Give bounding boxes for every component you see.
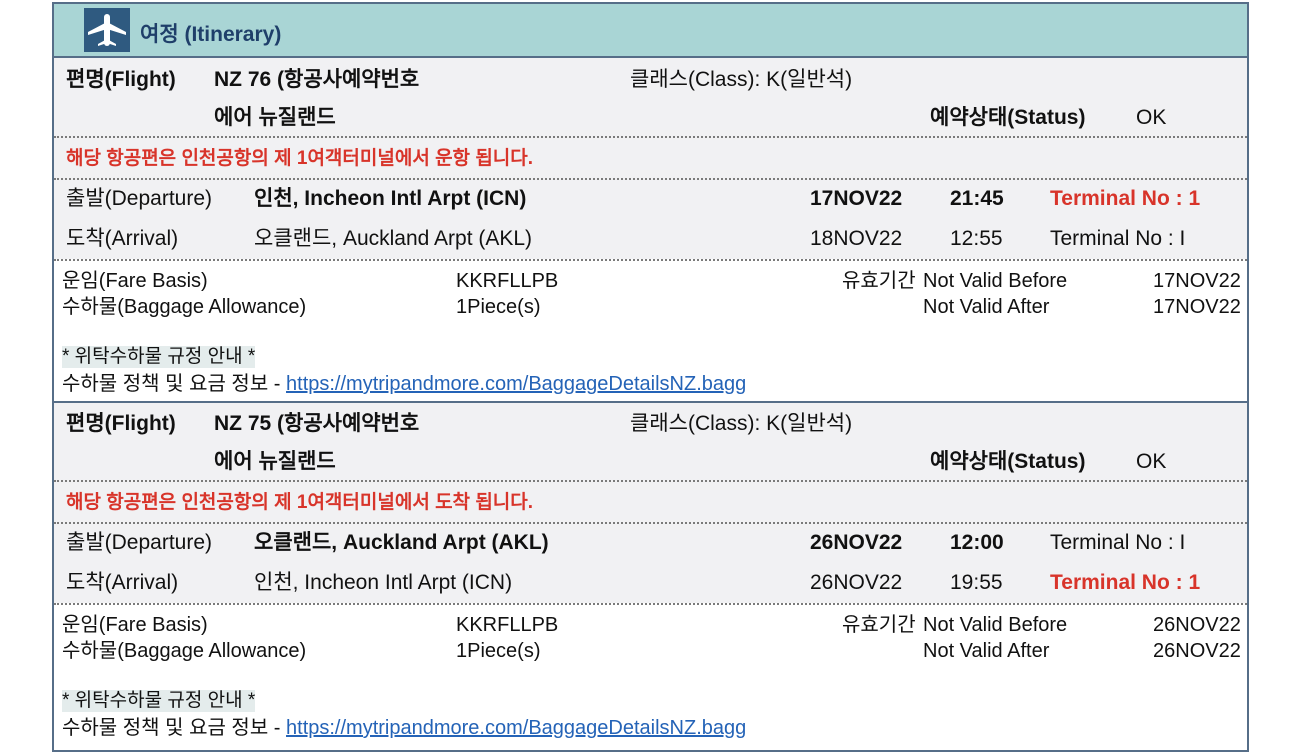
baggage-label: 수하물(Baggage Allowance) — [62, 640, 307, 662]
arrival-terminal: Terminal No : 1 — [1050, 571, 1201, 594]
flight-label: 편명(Flight) — [66, 412, 176, 435]
departure-airport: 인천, Incheon Intl Arpt (ICN) — [254, 187, 527, 210]
section-title: 여정 (Itinerary) — [140, 23, 282, 46]
fare-section: 운임(Fare Basis) KKRFLLPB 유효기간 Not Valid B… — [54, 259, 1247, 402]
baggage-notice: * 위탁수하물 규정 안내 * — [62, 346, 256, 368]
not-valid-before-label: Not Valid Before — [923, 270, 1068, 292]
departure-terminal: Terminal No : 1 — [1050, 187, 1201, 210]
fare-section: 운임(Fare Basis) KKRFLLPB 유효기간 Not Valid B… — [54, 603, 1247, 750]
arrival-date: 26NOV22 — [810, 571, 903, 594]
departure-date: 17NOV22 — [810, 187, 903, 210]
departure-date: 26NOV22 — [810, 531, 903, 554]
baggage-notice: * 위탁수하물 규정 안내 * — [62, 690, 256, 712]
departure-label: 출발(Departure) — [66, 187, 213, 210]
status-value: OK — [1136, 450, 1167, 473]
divider — [54, 480, 1247, 482]
validity-label: 유효기간 — [842, 614, 916, 636]
baggage-label: 수하물(Baggage Allowance) — [62, 296, 307, 318]
baggage-policy: 수하물 정책 및 요금 정보 - https://mytripandmore.c… — [62, 372, 746, 396]
divider — [54, 522, 1247, 524]
arrival-terminal: Terminal No : I — [1050, 227, 1186, 250]
airline-name: 에어 뉴질랜드 — [214, 106, 336, 129]
status-label: 예약상태(Status) — [930, 106, 1086, 129]
flight-number: NZ 76 (항공사예약번호 — [214, 68, 420, 91]
arrival-label: 도착(Arrival) — [66, 227, 179, 250]
validity-label: 유효기간 — [842, 270, 916, 292]
arrival-date: 18NOV22 — [810, 227, 903, 250]
class-info: 클래스(Class): K(일반석) — [630, 68, 853, 91]
itinerary-panel: 여정 (Itinerary) 편명(Flight) NZ 76 (항공사예약번호… — [52, 2, 1249, 752]
departure-airport: 오클랜드, Auckland Arpt (AKL) — [254, 531, 549, 554]
arrival-time: 19:55 — [950, 571, 1003, 594]
baggage-value: 1Piece(s) — [456, 296, 541, 318]
arrival-airport: 인천, Incheon Intl Arpt (ICN) — [254, 571, 513, 594]
baggage-policy-label: 수하물 정책 및 요금 정보 - — [62, 373, 281, 395]
not-valid-before-value: 17NOV22 — [1153, 270, 1241, 292]
terminal-notice: 해당 항공편은 인천공항의 제 1여객터미널에서 도착 됩니다. — [66, 492, 534, 513]
fare-basis-value: KKRFLLPB — [456, 614, 559, 636]
airline-name: 에어 뉴질랜드 — [214, 450, 336, 473]
status-label: 예약상태(Status) — [930, 450, 1086, 473]
departure-label: 출발(Departure) — [66, 531, 213, 554]
not-valid-before-label: Not Valid Before — [923, 614, 1068, 636]
arrival-time: 12:55 — [950, 227, 1003, 250]
not-valid-after-value: 17NOV22 — [1153, 296, 1241, 318]
flight-separator — [54, 401, 1247, 403]
itinerary-header: 여정 (Itinerary) — [54, 4, 1247, 58]
baggage-policy: 수하물 정책 및 요금 정보 - https://mytripandmore.c… — [62, 716, 746, 740]
airplane-icon — [84, 8, 130, 52]
class-info: 클래스(Class): K(일반석) — [630, 412, 853, 435]
arrival-airport: 오클랜드, Auckland Arpt (AKL) — [254, 227, 533, 250]
fare-basis-label: 운임(Fare Basis) — [62, 270, 208, 292]
not-valid-after-label: Not Valid After — [923, 640, 1050, 662]
departure-time: 21:45 — [950, 187, 1004, 210]
fare-basis-label: 운임(Fare Basis) — [62, 614, 208, 636]
departure-terminal: Terminal No : I — [1050, 531, 1186, 554]
divider — [54, 603, 1247, 605]
terminal-notice: 해당 항공편은 인천공항의 제 1여객터미널에서 운항 됩니다. — [66, 148, 534, 169]
flight-number: NZ 75 (항공사예약번호 — [214, 412, 420, 435]
divider — [54, 259, 1247, 261]
not-valid-before-value: 26NOV22 — [1153, 614, 1241, 636]
divider — [54, 178, 1247, 180]
baggage-policy-label: 수하물 정책 및 요금 정보 - — [62, 717, 281, 739]
flight-label: 편명(Flight) — [66, 68, 176, 91]
baggage-value: 1Piece(s) — [456, 640, 541, 662]
arrival-label: 도착(Arrival) — [66, 571, 179, 594]
not-valid-after-value: 26NOV22 — [1153, 640, 1241, 662]
baggage-link[interactable]: https://mytripandmore.com/BaggageDetails… — [286, 717, 746, 739]
fare-basis-value: KKRFLLPB — [456, 270, 559, 292]
divider — [54, 136, 1247, 138]
departure-time: 12:00 — [950, 531, 1004, 554]
not-valid-after-label: Not Valid After — [923, 296, 1050, 318]
status-value: OK — [1136, 106, 1167, 129]
baggage-link[interactable]: https://mytripandmore.com/BaggageDetails… — [286, 373, 746, 395]
